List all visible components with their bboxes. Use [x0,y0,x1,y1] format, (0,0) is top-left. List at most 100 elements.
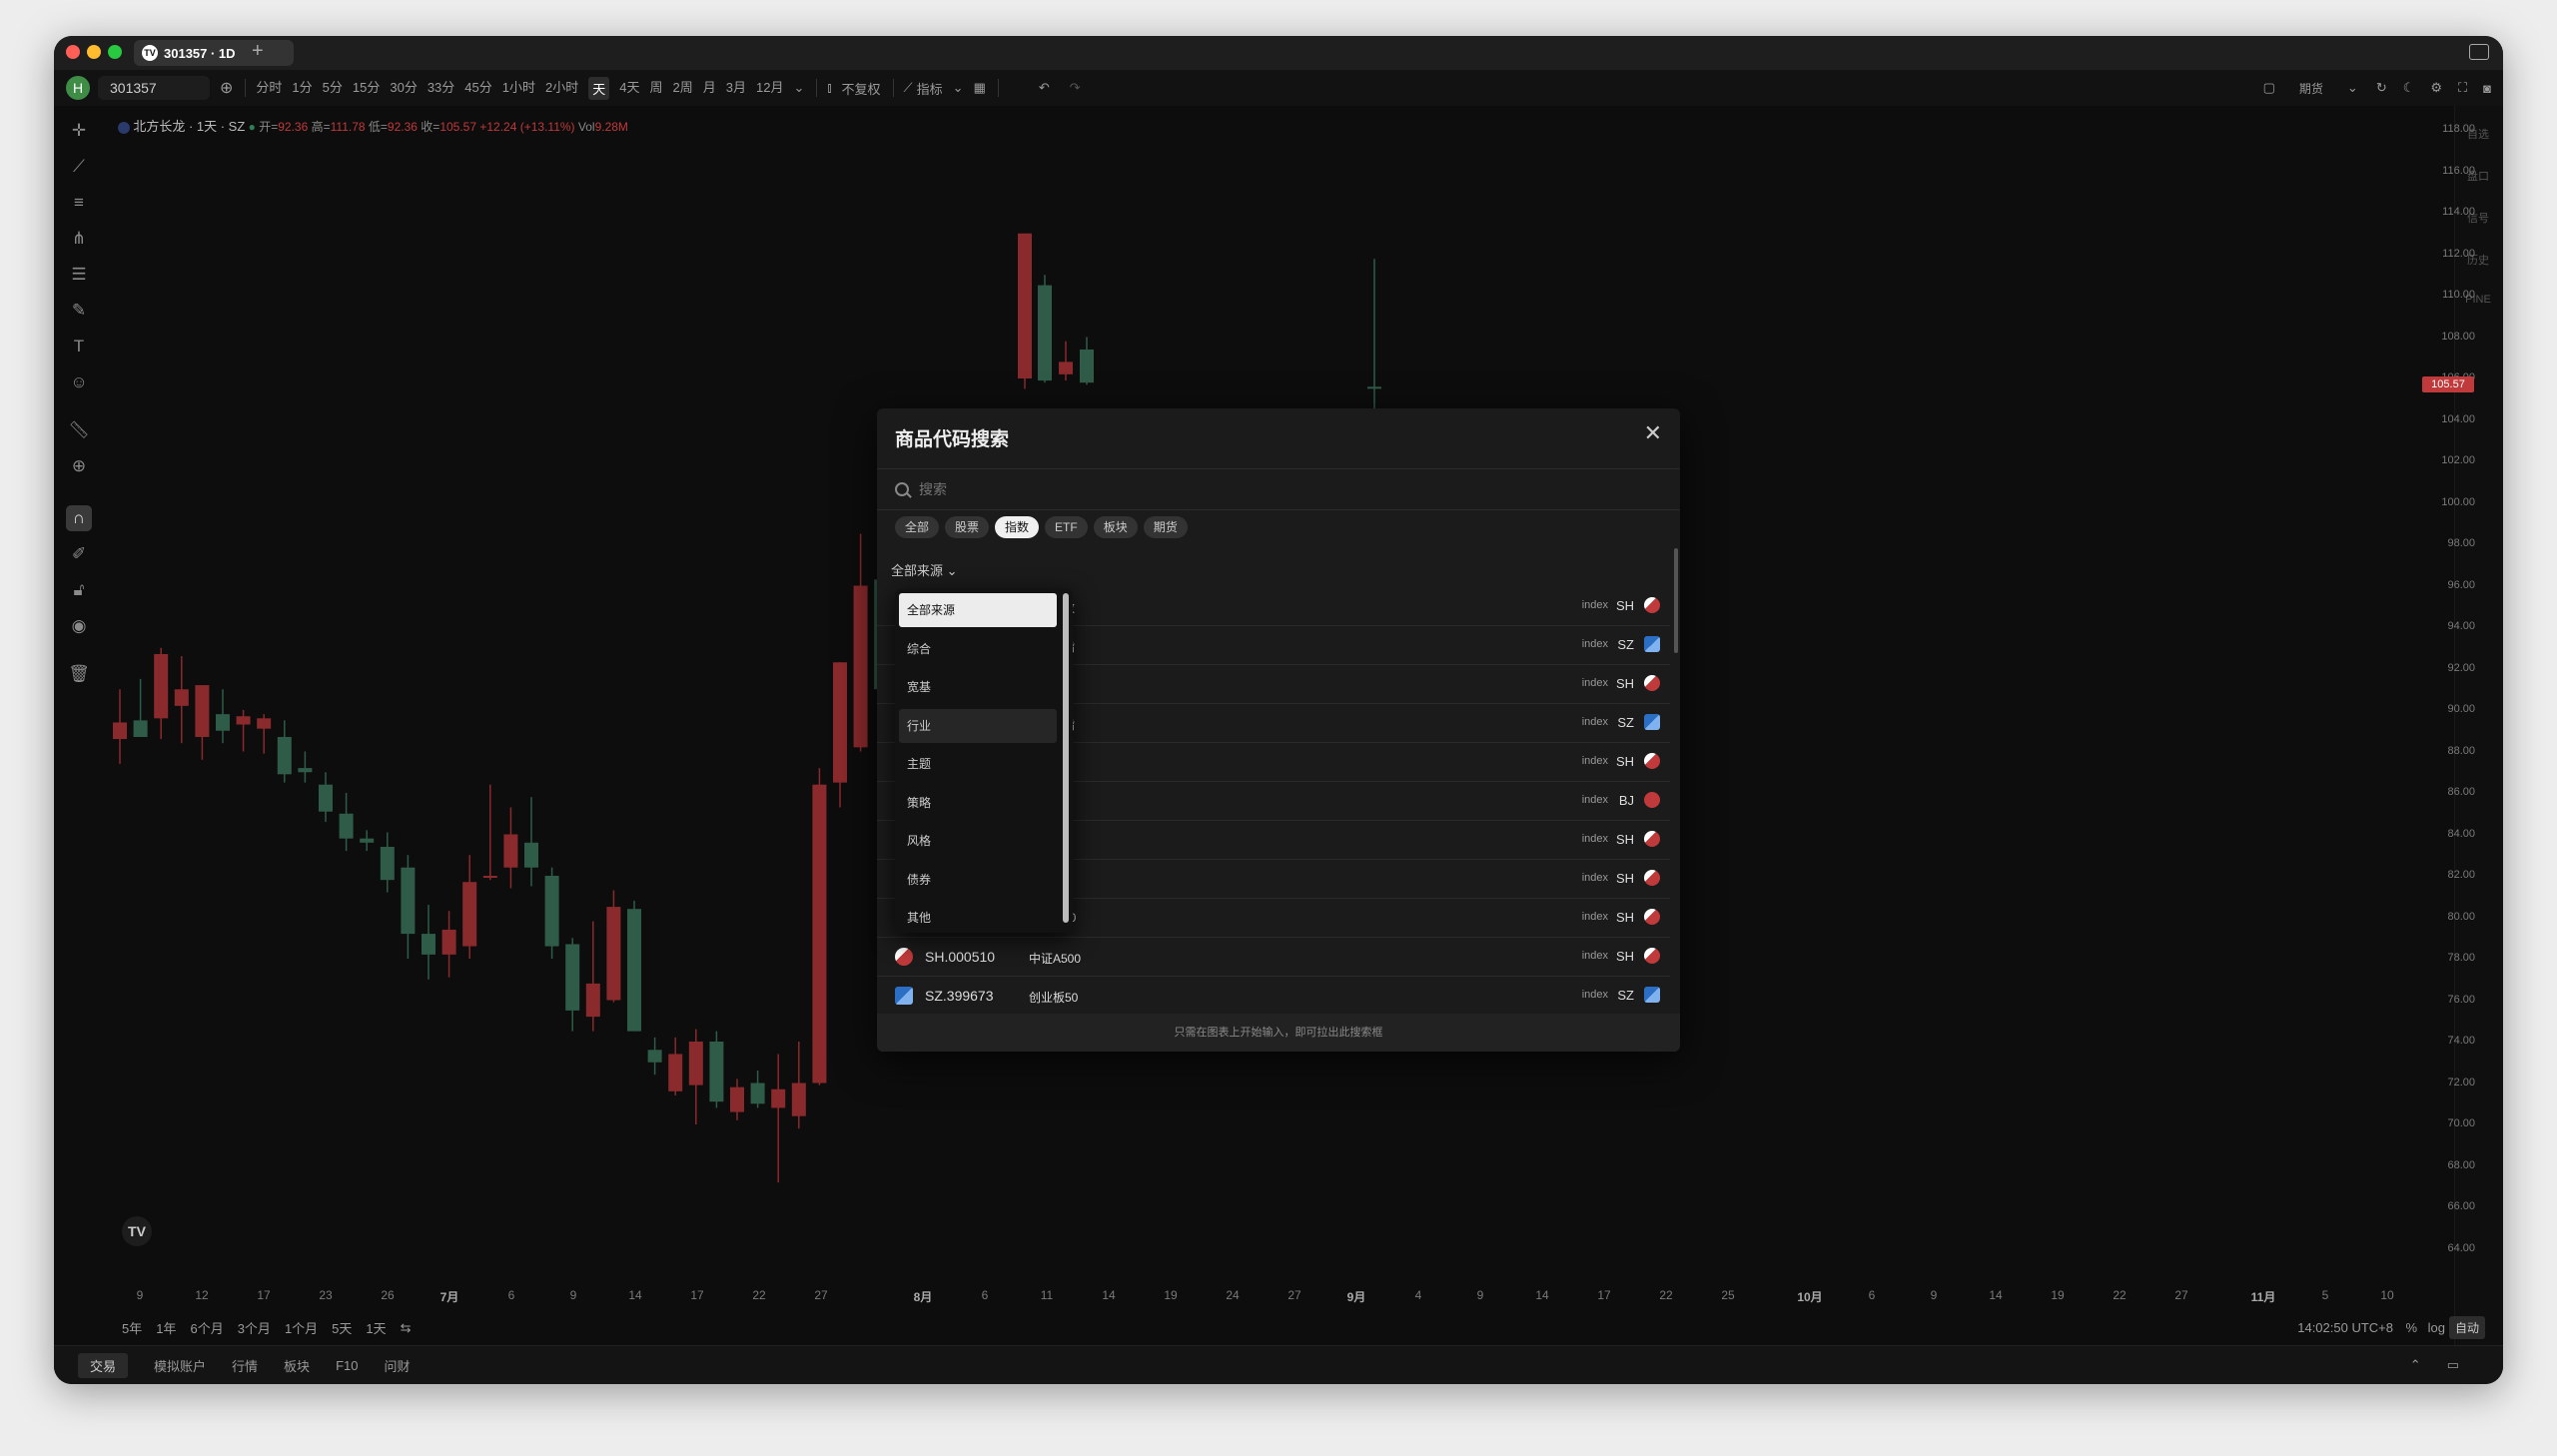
source-option[interactable]: 综合 [899,632,1057,666]
tradingview-watermark-icon[interactable]: TV [122,1216,152,1246]
collapse-panel-icon[interactable]: ⌃ [2410,1357,2421,1373]
chip-指数[interactable]: 指数 [995,516,1040,538]
auto-toggle[interactable]: 自动 [2448,1316,2485,1339]
result-row[interactable]: SZ.399673 创业板50 index SZ [877,977,1670,1016]
magnet-icon[interactable]: ∩ [66,505,92,531]
interval-5分[interactable]: 5分 [323,77,343,100]
interval-1小时[interactable]: 1小时 [502,77,535,100]
eye-icon[interactable]: ◉ [66,613,92,639]
crosshair-icon[interactable]: ✛ [66,118,92,144]
clock[interactable]: 14:02:50 UTC+8 [2297,1320,2393,1335]
indicators-dropdown-icon[interactable]: ⌄ [953,80,964,96]
source-option[interactable]: 其他 [899,901,1057,933]
bottom-tab-行情[interactable]: 行情 [232,1356,258,1375]
range-5天[interactable]: 5天 [332,1318,352,1337]
chip-期货[interactable]: 期货 [1143,516,1188,538]
interval-dropdown-icon[interactable]: ⌄ [793,80,804,96]
range-1天[interactable]: 1天 [366,1318,386,1337]
zoom-in-icon[interactable]: ⊕ [66,453,92,479]
lock-drawing-icon[interactable]: ✐ [66,541,92,567]
result-row[interactable]: SH.000510 中证A500 index SH [877,938,1670,977]
source-option[interactable]: 行业 [899,708,1057,743]
chart-type-icon[interactable]: ⫾ [827,80,831,96]
interval-月[interactable]: 月 [703,77,716,100]
futures-button[interactable]: 期货 [2299,80,2323,97]
add-symbol-icon[interactable]: ⊕ [220,78,233,98]
futures-dropdown-icon[interactable]: ⌄ [2347,80,2358,96]
range-1年[interactable]: 1年 [156,1318,176,1337]
indicators-button[interactable]: 指标 [917,79,943,98]
layout-grid-icon[interactable]: ▦ [974,80,986,96]
close-window-button[interactable] [66,45,80,59]
percent-toggle[interactable]: % [2405,1320,2417,1335]
source-option[interactable]: 策略 [899,786,1057,820]
screenshot-camera-icon[interactable]: ◙ [2483,81,2491,96]
text-tool-icon[interactable]: T [66,334,92,360]
ruler-icon[interactable]: 📏︎ [66,417,92,443]
interval-3月[interactable]: 3月 [726,77,746,100]
settings-gear-icon[interactable]: ⚙ [2430,80,2442,96]
interval-12月[interactable]: 12月 [756,77,783,100]
fib-retracement-icon[interactable]: ☰ [66,262,92,288]
chart-tab[interactable]: TV 301357 · 1D [134,40,294,66]
source-option[interactable]: 宽基 [899,670,1057,704]
brush-icon[interactable]: ✎ [66,298,92,324]
source-option[interactable]: 主题 [899,747,1057,781]
refresh-icon[interactable]: ↻ [2376,80,2387,96]
bottom-tab-模拟账户[interactable]: 模拟账户 [154,1356,206,1375]
date-range-icon[interactable]: ⇆ [401,1320,412,1336]
bottom-tab-问财[interactable]: 问财 [384,1356,410,1375]
fullscreen-frame-icon[interactable]: ▢ [2263,80,2275,96]
lock-icon[interactable]: 🔓︎ [66,577,92,603]
symbol-input[interactable]: 301357 [98,76,210,100]
dropdown-scrollbar[interactable] [1063,593,1069,923]
new-tab-button[interactable]: + [252,40,264,63]
interval-15分[interactable]: 15分 [353,77,380,100]
interval-33分[interactable]: 33分 [427,77,454,100]
pitchfork-icon[interactable]: ⋔ [66,226,92,252]
legend-symbol[interactable]: 北方长龙 · 1天 · SZ [133,119,245,134]
fullscreen-icon[interactable]: ⛶ [2458,80,2467,96]
source-option[interactable]: 债券 [899,863,1057,897]
minimize-window-button[interactable] [87,45,101,59]
close-icon[interactable]: ✕ [1644,420,1662,446]
theme-moon-icon[interactable]: ☾ [2403,80,2415,96]
range-3个月[interactable]: 3个月 [238,1318,271,1337]
log-toggle[interactable]: log [2428,1320,2445,1335]
interval-2小时[interactable]: 2小时 [545,77,578,100]
interval-分时[interactable]: 分时 [256,77,282,100]
layout-toggle-icon[interactable] [2469,44,2489,60]
range-6个月[interactable]: 6个月 [190,1318,223,1337]
interval-45分[interactable]: 45分 [464,77,491,100]
results-scrollbar[interactable] [1674,548,1678,653]
range-5年[interactable]: 5年 [122,1318,142,1337]
maximize-window-button[interactable] [108,45,122,59]
bottom-tab-板块[interactable]: 板块 [284,1356,310,1375]
horizontal-lines-icon[interactable]: ≡ [66,190,92,216]
trend-line-icon[interactable]: ⟋ [66,154,92,180]
interval-2周[interactable]: 2周 [673,77,693,100]
source-option[interactable]: 全部来源 [899,593,1057,627]
chip-股票[interactable]: 股票 [945,516,990,538]
source-select[interactable]: 全部来源 ⌄ [891,560,958,579]
interval-30分[interactable]: 30分 [390,77,417,100]
interval-天[interactable]: 天 [588,76,610,100]
trash-icon[interactable]: 🗑︎ [66,661,92,687]
chip-全部[interactable]: 全部 [895,516,940,538]
undo-icon[interactable]: ↶ [1039,80,1050,96]
adjust-button[interactable]: 不复权 [842,79,881,98]
search-input[interactable] [917,480,1520,498]
avatar[interactable]: H [66,76,90,100]
emoji-icon[interactable]: ☺ [66,369,92,395]
source-option[interactable]: 风格 [899,824,1057,858]
redo-icon[interactable]: ↷ [1070,80,1081,96]
bottom-tab-F10[interactable]: F10 [336,1358,358,1373]
chip-板块[interactable]: 板块 [1093,516,1138,538]
chip-ETF[interactable]: ETF [1045,516,1088,538]
maximize-panel-icon[interactable]: ▭ [2447,1357,2459,1373]
interval-4天[interactable]: 4天 [619,77,639,100]
interval-1分[interactable]: 1分 [292,77,312,100]
bottom-tab-交易[interactable]: 交易 [78,1352,129,1378]
interval-周[interactable]: 周 [649,77,662,100]
range-1个月[interactable]: 1个月 [285,1318,318,1337]
